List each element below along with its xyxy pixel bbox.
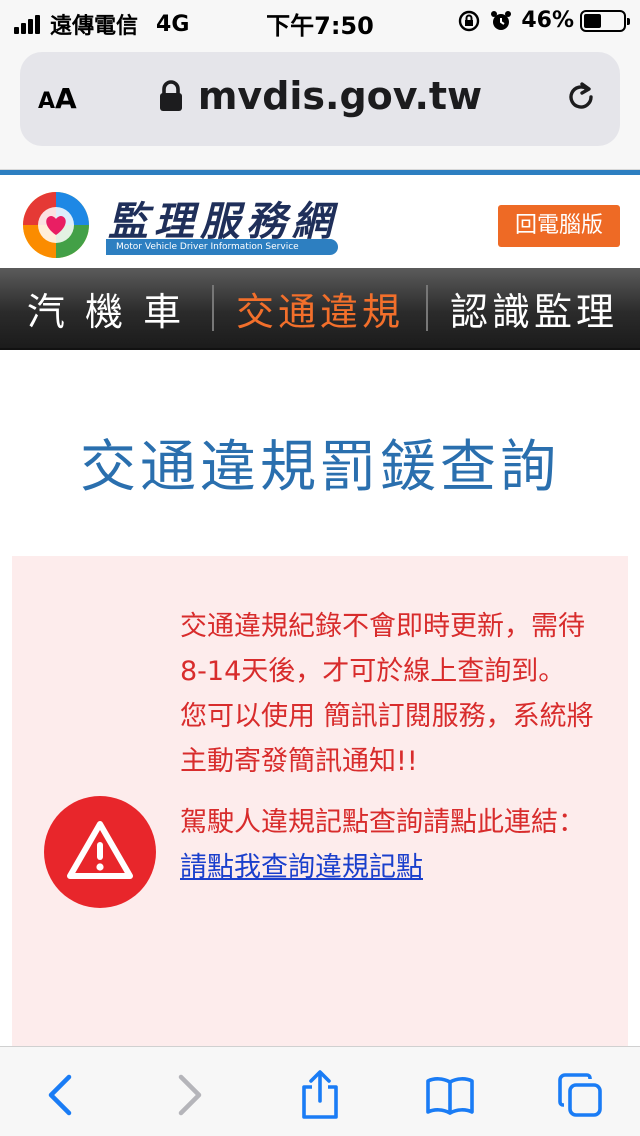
warning-icon [44, 796, 156, 908]
nav-item-about[interactable]: 認識監理 [428, 281, 640, 336]
url-text: mvdis.gov.tw [197, 74, 483, 118]
status-right: 46% [457, 8, 630, 33]
reload-button[interactable] [564, 80, 598, 118]
notice-points-prefix: 駕駛人違規記點查詢請點此連結： [180, 807, 585, 838]
points-query-link[interactable]: 請點我查詢違規記點 [180, 852, 423, 883]
notice-points-query: 駕駛人違規記點查詢請點此連結： 請點我查詢違規記點 [180, 800, 610, 890]
url-display[interactable]: mvdis.gov.tw [20, 74, 620, 118]
lock-icon [159, 80, 182, 111]
forward-button[interactable] [162, 1067, 218, 1123]
book-icon [426, 1077, 474, 1115]
bookmarks-button[interactable] [422, 1067, 478, 1123]
notice-box: 交通違規紀錄不會即時更新，需待8-14天後，才可於線上查詢到。 您可以使用 簡訊… [12, 556, 628, 1056]
tabs-icon [558, 1073, 602, 1117]
browser-address-area: AA mvdis.gov.tw [0, 42, 640, 170]
address-bar[interactable]: AA mvdis.gov.tw [20, 52, 620, 146]
rotation-lock-icon [459, 10, 480, 31]
nav-item-traffic-violation[interactable]: 交通違規 [214, 281, 426, 336]
alarm-icon [491, 10, 512, 30]
chevron-left-icon [48, 1074, 72, 1116]
page-title: 交通違規罰鍰查詢 [80, 435, 560, 500]
browser-toolbar [0, 1046, 640, 1136]
notice-sms-service: 您可以使用 簡訊訂閱服務，系統將主動寄發簡訊通知!! [180, 701, 594, 777]
site-logo-english: Motor Vehicle Driver Information Service [106, 239, 338, 255]
status-bar: 遠傳電信 4G 下午7:50 46% [0, 0, 640, 42]
tabs-button[interactable] [552, 1067, 608, 1123]
share-button[interactable] [292, 1067, 348, 1123]
chevron-right-icon [178, 1074, 202, 1116]
battery-fill [584, 13, 601, 28]
reload-icon [569, 82, 593, 109]
notice-text: 交通違規紀錄不會即時更新，需待8-14天後，才可於線上查詢到。 您可以使用 簡訊… [180, 604, 610, 890]
battery-percent: 46% [521, 8, 574, 33]
main-nav: 汽 機 車 交通違規 認識監理 [0, 268, 640, 350]
back-button[interactable] [32, 1067, 88, 1123]
share-icon [302, 1070, 338, 1119]
desktop-version-button[interactable]: 回電腦版 [498, 205, 620, 247]
site-header: 監理服務網 Motor Vehicle Driver Information S… [0, 170, 640, 268]
nav-item-vehicle[interactable]: 汽 機 車 [0, 281, 212, 336]
battery-icon [580, 9, 630, 32]
notice-update-delay: 交通違規紀錄不會即時更新，需待8-14天後，才可於線上查詢到。 [180, 611, 585, 687]
site-logo-icon[interactable] [20, 189, 92, 265]
